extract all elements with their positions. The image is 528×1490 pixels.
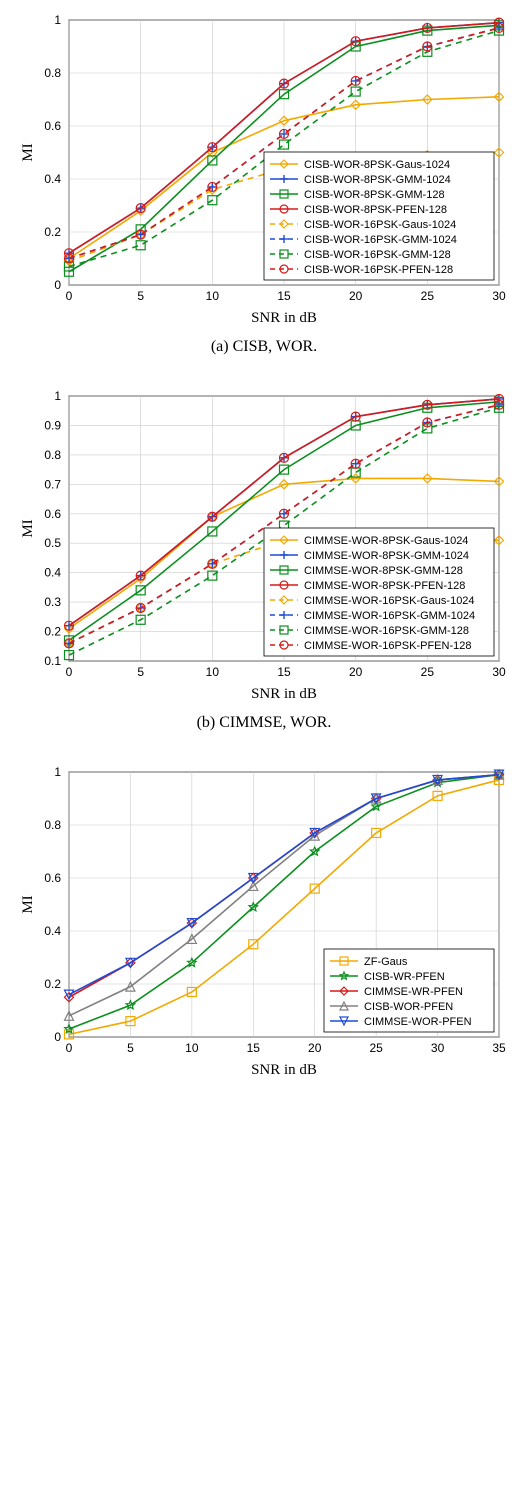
legend-entry: CISB-WOR-PFEN xyxy=(364,1001,453,1013)
legend-entry: CISB-WOR-8PSK-PFEN-128 xyxy=(304,204,447,216)
svg-text:25: 25 xyxy=(421,665,435,679)
chart-block-b: 0 5 10 15 20 25 30 0.1 0.2 0.3 0.4 0.5 0.6 0.7 0.8 0.9 1… xyxy=(10,386,518,732)
svg-text:1: 1 xyxy=(54,389,61,403)
chart-caption-a: (a) CISB, WOR. xyxy=(10,338,518,356)
svg-text:0.4: 0.4 xyxy=(44,924,61,938)
svg-text:5: 5 xyxy=(137,289,144,303)
legend-entry: CISB-WOR-16PSK-PFEN-128 xyxy=(304,264,453,276)
svg-text:0: 0 xyxy=(66,1041,73,1055)
legend-entry: CISB-WOR-8PSK-GMM-1024 xyxy=(304,174,451,186)
legend-entry: CIMMSE-WOR-16PSK-Gaus-1024 xyxy=(304,595,475,607)
svg-text:30: 30 xyxy=(492,289,506,303)
svg-text:0.6: 0.6 xyxy=(44,119,61,133)
legend-entry: ZF-Gaus xyxy=(364,956,408,968)
svg-text:1: 1 xyxy=(54,765,61,779)
legend-entry: CIMMSE-WOR-16PSK-GMM-1024 xyxy=(304,610,475,622)
legend-entry: CIMMSE-WOR-8PSK-PFEN-128 xyxy=(304,580,465,592)
svg-text:10: 10 xyxy=(206,289,220,303)
svg-text:30: 30 xyxy=(431,1041,445,1055)
svg-text:0: 0 xyxy=(54,278,61,292)
legend-entry: CIMMSE-WOR-8PSK-Gaus-1024 xyxy=(304,535,468,547)
svg-text:0.6: 0.6 xyxy=(44,871,61,885)
y-axis-label: MI xyxy=(20,143,36,161)
x-axis-label: SNR in dB xyxy=(251,310,317,326)
legend-entry: CISB-WOR-8PSK-GMM-128 xyxy=(304,189,445,201)
svg-text:0.2: 0.2 xyxy=(44,977,61,991)
svg-text:1: 1 xyxy=(54,13,61,27)
chart-block-c: 0 5 10 15 20 25 30 35 0 0.2 0.4 0.6 0.8 1 SNR in dB MI Z… xyxy=(10,762,518,1082)
legend-entry: CIMMSE-WOR-8PSK-GMM-1024 xyxy=(304,550,469,562)
svg-text:15: 15 xyxy=(247,1041,261,1055)
chart-caption-b: (b) CIMMSE, WOR. xyxy=(10,714,518,732)
svg-text:30: 30 xyxy=(492,665,506,679)
svg-text:15: 15 xyxy=(277,665,291,679)
svg-text:0: 0 xyxy=(54,1030,61,1044)
svg-text:0: 0 xyxy=(66,665,73,679)
legend: CIMMSE-WOR-8PSK-Gaus-1024 CIMMSE-WOR-8PSK… xyxy=(264,528,494,656)
svg-text:0.3: 0.3 xyxy=(44,595,61,609)
svg-text:0.4: 0.4 xyxy=(44,566,61,580)
svg-text:0.7: 0.7 xyxy=(44,477,61,491)
legend-entry: CIMMSE-WR-PFEN xyxy=(364,986,463,998)
svg-text:0.2: 0.2 xyxy=(44,625,61,639)
x-axis-label: SNR in dB xyxy=(251,686,317,702)
svg-text:25: 25 xyxy=(421,289,435,303)
svg-text:5: 5 xyxy=(127,1041,134,1055)
legend-entry: CISB-WOR-8PSK-Gaus-1024 xyxy=(304,159,450,171)
svg-text:20: 20 xyxy=(349,665,363,679)
svg-text:10: 10 xyxy=(206,665,220,679)
svg-text:0.2: 0.2 xyxy=(44,225,61,239)
svg-text:0.6: 0.6 xyxy=(44,507,61,521)
legend-entry: CISB-WOR-16PSK-GMM-1024 xyxy=(304,234,457,246)
svg-text:0.1: 0.1 xyxy=(44,654,61,668)
svg-text:0: 0 xyxy=(66,289,73,303)
svg-text:0.9: 0.9 xyxy=(44,418,61,432)
svg-text:0.8: 0.8 xyxy=(44,66,61,80)
svg-text:10: 10 xyxy=(185,1041,199,1055)
svg-text:20: 20 xyxy=(308,1041,322,1055)
legend-entry: CIMMSE-WOR-16PSK-GMM-128 xyxy=(304,625,469,637)
chart-block-a: 0 5 10 15 20 25 30 0 0.2 0.4 0.6 0.8 1 SNR in dB MI CIS… xyxy=(10,10,518,356)
svg-text:5: 5 xyxy=(137,665,144,679)
svg-text:0.4: 0.4 xyxy=(44,172,61,186)
svg-text:15: 15 xyxy=(277,289,291,303)
y-axis-label: MI xyxy=(20,519,36,537)
svg-text:20: 20 xyxy=(349,289,363,303)
svg-text:0.8: 0.8 xyxy=(44,448,61,462)
legend: CISB-WOR-8PSK-Gaus-1024 CISB-WOR-8PSK-GMM… xyxy=(264,152,494,280)
legend: ZF-Gaus CISB-WR-PFEN CIMMSE-WR-PFEN CISB-WO… xyxy=(324,949,494,1032)
legend-entry: CIMMSE-WOR-PFEN xyxy=(364,1016,472,1028)
svg-text:25: 25 xyxy=(369,1041,383,1055)
y-axis-label: MI xyxy=(20,895,36,913)
svg-text:0.8: 0.8 xyxy=(44,818,61,832)
legend-entry: CIMMSE-WOR-8PSK-GMM-128 xyxy=(304,565,463,577)
legend-entry: CISB-WOR-16PSK-Gaus-1024 xyxy=(304,219,456,231)
legend-entry: CISB-WOR-16PSK-GMM-128 xyxy=(304,249,451,261)
svg-text:35: 35 xyxy=(492,1041,506,1055)
legend-entry: CIMMSE-WOR-16PSK-PFEN-128 xyxy=(304,640,471,652)
legend-entry: CISB-WR-PFEN xyxy=(364,971,445,983)
x-axis-label: SNR in dB xyxy=(251,1062,317,1078)
svg-text:0.5: 0.5 xyxy=(44,536,61,550)
